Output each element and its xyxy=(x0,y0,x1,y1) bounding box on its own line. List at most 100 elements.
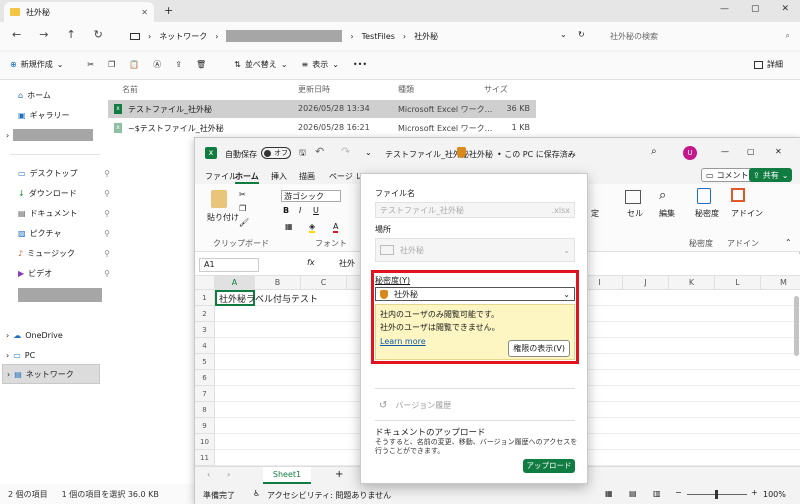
close-window-icon[interactable]: ✕ xyxy=(782,4,790,14)
sidebar-item-gallery[interactable]: ▣ ギャラリー xyxy=(18,106,110,124)
column-header[interactable]: B xyxy=(255,276,301,290)
edit-label[interactable]: 編集 xyxy=(659,208,675,219)
forward-icon[interactable]: → xyxy=(39,28,48,41)
search-icon[interactable]: ⌕ xyxy=(651,146,657,157)
row-header[interactable]: 5 xyxy=(195,354,215,370)
rename-icon[interactable]: Ⓐ xyxy=(153,59,161,70)
column-name[interactable]: 名前 xyxy=(122,84,138,95)
tab-insert[interactable]: 挿入 xyxy=(271,171,287,182)
accessibility-status[interactable]: アクセシビリティ: 問題ありません xyxy=(267,490,391,501)
row-header[interactable]: 9 xyxy=(195,418,215,434)
bold-icon[interactable]: B xyxy=(283,206,289,215)
row-header[interactable]: 4 xyxy=(195,338,215,354)
sidebar-item-videos[interactable]: ▶ ビデオ ⚲ xyxy=(18,264,110,282)
breadcrumb-network[interactable]: ネットワーク xyxy=(159,31,207,42)
name-box[interactable]: A1 xyxy=(199,258,259,272)
font-name-box[interactable]: 游ゴシック xyxy=(281,190,341,202)
share-button[interactable]: ⇪ 共有 ⌄ xyxy=(749,168,793,182)
ribbon-collapse-icon[interactable]: ⌃ xyxy=(785,238,792,247)
new-tab-button[interactable]: + xyxy=(164,4,173,17)
undo-icon[interactable]: ↶ xyxy=(315,145,324,158)
formula-input[interactable]: 社外 xyxy=(339,258,355,269)
zoom-level[interactable]: 100% xyxy=(763,490,786,499)
save-icon[interactable]: 🖫 xyxy=(299,147,306,161)
addin-icon[interactable] xyxy=(731,188,745,202)
cut-icon[interactable]: ✂ xyxy=(87,60,94,69)
back-icon[interactable]: ← xyxy=(12,28,21,41)
more-button[interactable]: ••• xyxy=(353,60,367,69)
sheet-tab-sheet1[interactable]: Sheet1 xyxy=(263,467,311,484)
up-icon[interactable]: ↑ xyxy=(66,28,75,41)
close-icon[interactable]: ✕ xyxy=(775,147,782,156)
refresh-icon[interactable]: ↻ xyxy=(94,28,103,41)
sidebar-item-downloads[interactable]: ↓ ダウンロード ⚲ xyxy=(18,184,110,202)
row-header[interactable]: 1 xyxy=(195,290,215,306)
close-icon[interactable]: ✕ xyxy=(141,8,148,17)
zoom-in-icon[interactable]: + xyxy=(751,488,758,497)
sidebar-item-music[interactable]: ♪ ミュージック ⚲ xyxy=(18,244,110,262)
explorer-tab[interactable]: 社外秘 ✕ xyxy=(4,2,154,22)
column-header[interactable]: A xyxy=(215,276,255,290)
tab-page-layout[interactable]: ページ レ xyxy=(329,171,363,182)
autosave-toggle[interactable]: オフ xyxy=(261,147,291,159)
customize-qat-icon[interactable]: ⌄ xyxy=(365,148,372,157)
normal-view-icon[interactable]: ▦ xyxy=(605,489,613,498)
scroll-left-icon[interactable]: ‹ xyxy=(207,470,210,479)
font-color-icon[interactable]: A xyxy=(333,222,339,233)
fx-icon[interactable]: fx xyxy=(307,258,315,267)
column-header[interactable]: L xyxy=(715,276,761,290)
sort-button[interactable]: ⇅ 並べ替え ⌄ xyxy=(234,59,287,70)
page-layout-icon[interactable]: ▤ xyxy=(629,489,637,498)
border-icon[interactable]: ▦ xyxy=(285,222,293,231)
sidebar-item-network[interactable]: › ▤ ネットワーク xyxy=(2,364,100,384)
sidebar-item-redacted[interactable]: › xyxy=(6,126,98,144)
view-button[interactable]: ≡ 表示 ⌄ xyxy=(302,59,339,70)
redo-icon[interactable]: ↷ xyxy=(341,145,350,158)
address-bar[interactable]: › ネットワーク › › TestFiles › 社外秘 xyxy=(130,26,590,46)
delete-icon[interactable]: 🗑 xyxy=(196,60,206,69)
sidebar-item-home[interactable]: ⌂ ホーム xyxy=(18,86,110,104)
column-size[interactable]: サイズ xyxy=(484,84,508,95)
format-painter-icon[interactable]: 🖌 xyxy=(239,218,249,227)
minimize-icon[interactable]: — xyxy=(720,4,729,14)
title-label-name[interactable]: 社外秘 xyxy=(469,149,493,160)
cells-label[interactable]: セル xyxy=(627,208,643,219)
version-history-item[interactable]: ↺ バージョン履歴 xyxy=(379,400,451,411)
sidebar-item-documents[interactable]: ▤ ドキュメント ⚲ xyxy=(18,204,110,222)
new-button[interactable]: ⊕ 新規作成 ⌄ xyxy=(10,59,63,70)
sidebar-item-onedrive[interactable]: › ☁ OneDrive xyxy=(6,326,98,344)
sensitivity-ribbon-icon[interactable] xyxy=(697,188,711,204)
breadcrumb-current[interactable]: 社外秘 xyxy=(414,31,438,42)
select-all-corner[interactable] xyxy=(195,276,215,290)
add-sheet-icon[interactable]: + xyxy=(335,469,343,480)
fill-color-icon[interactable]: ◈ xyxy=(309,222,316,233)
expand-address-icon[interactable]: ⌄ xyxy=(560,30,567,39)
upload-button[interactable]: アップロード xyxy=(523,459,575,473)
tab-home[interactable]: ホーム xyxy=(235,171,259,184)
row-header[interactable]: 6 xyxy=(195,370,215,386)
sidebar-item-pictures[interactable]: ▨ ピクチャ ⚲ xyxy=(18,224,110,242)
column-type[interactable]: 種類 xyxy=(398,84,414,95)
underline-icon[interactable]: U xyxy=(313,206,319,215)
row-header[interactable]: 7 xyxy=(195,386,215,402)
copy-icon[interactable]: ❐ xyxy=(108,60,115,69)
row-header[interactable]: 8 xyxy=(195,402,215,418)
scroll-right-icon[interactable]: › xyxy=(227,470,230,479)
vertical-scrollbar[interactable] xyxy=(794,296,799,356)
column-header[interactable]: J xyxy=(623,276,669,290)
tab-file[interactable]: ファイル xyxy=(205,171,237,182)
row-header[interactable]: 3 xyxy=(195,322,215,338)
paste-label[interactable]: 貼り付け xyxy=(207,212,239,223)
row-header[interactable]: 10 xyxy=(195,434,215,450)
paste-icon[interactable] xyxy=(211,190,227,208)
row-header[interactable]: 2 xyxy=(195,306,215,322)
addin-label[interactable]: アドイン xyxy=(731,208,763,219)
zoom-out-icon[interactable]: − xyxy=(675,488,682,497)
table-row[interactable]: x テストファイル_社外秘 2026/05/28 13:34 Microsoft… xyxy=(108,100,536,118)
sensitivity-dropdown[interactable]: 社外秘 ⌄ xyxy=(375,287,575,301)
row-header[interactable]: 11 xyxy=(195,450,215,466)
minimize-icon[interactable]: — xyxy=(721,147,729,156)
page-break-icon[interactable]: ▥ xyxy=(653,489,661,498)
breadcrumb-testfiles[interactable]: TestFiles xyxy=(362,32,395,41)
table-row[interactable]: x ~$テストファイル_社外秘 2026/05/28 16:21 Microso… xyxy=(108,119,536,137)
